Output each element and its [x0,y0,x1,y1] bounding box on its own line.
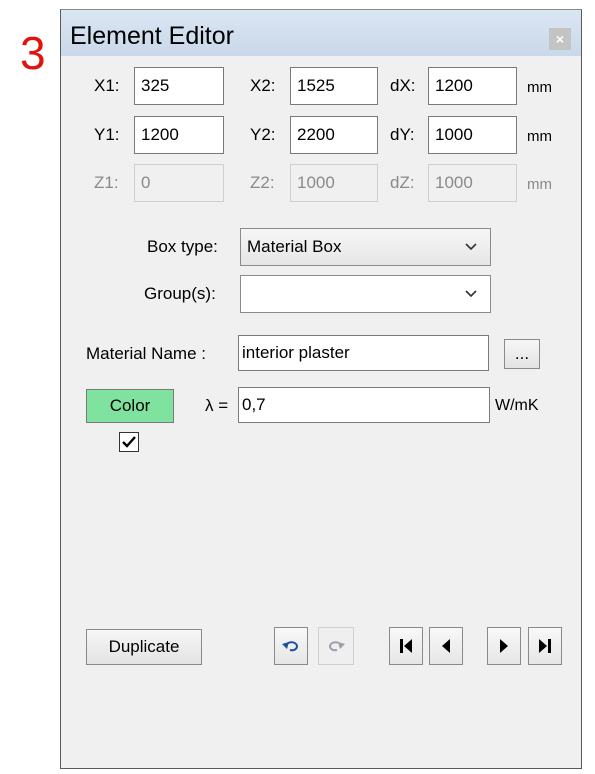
x-unit-label: mm [527,79,552,96]
dx-input[interactable]: 1200 [428,67,517,105]
z2-label: Z2: [250,173,275,192]
last-record-icon [539,639,551,653]
y1-input[interactable]: 1200 [134,116,224,154]
previous-record-button[interactable] [429,627,463,665]
material-name-input[interactable]: interior plaster [238,335,489,371]
title-bar: Element Editor × [61,10,581,56]
x1-label: X1: [94,76,120,95]
z-unit-label: mm [527,176,552,193]
lambda-unit: W/mK [495,397,539,414]
dy-label: dY: [390,125,415,144]
dy-input[interactable]: 1000 [428,116,517,154]
step-number: 3 [20,27,46,79]
material-name-label: Material Name : [86,344,206,363]
z2-input: 1000 [290,164,378,202]
first-record-icon [400,639,412,653]
browse-material-button[interactable]: ... [504,339,540,369]
box-type-label: Box type: [147,237,218,256]
groups-select[interactable] [240,275,491,313]
x1-input[interactable]: 325 [134,67,224,105]
dx-label: dX: [390,76,416,95]
x2-input[interactable]: 1525 [290,67,378,105]
y2-input[interactable]: 2200 [290,116,378,154]
dz-input: 1000 [428,164,517,202]
redo-button[interactable] [318,627,354,665]
undo-icon [282,641,299,652]
y-unit-label: mm [527,128,552,145]
checkbox[interactable] [119,432,139,452]
next-record-button[interactable] [487,627,521,665]
undo-button[interactable] [274,627,308,665]
x2-label: X2: [250,76,276,95]
y1-label: Y1: [94,125,120,144]
checkmark-icon [122,436,136,448]
lambda-label: λ = [205,396,229,415]
lambda-input[interactable]: 0,7 [238,387,490,423]
close-button[interactable]: × [549,28,571,50]
previous-record-icon [442,639,450,653]
chevron-down-icon [465,243,477,251]
last-record-button[interactable] [528,627,562,665]
y2-label: Y2: [250,125,276,144]
next-record-icon [500,639,508,653]
redo-icon [328,641,345,652]
duplicate-button[interactable]: Duplicate [86,629,202,665]
window-title: Element Editor [70,22,234,50]
dz-label: dZ: [390,173,415,192]
first-record-button[interactable] [389,627,423,665]
box-type-value: Material Box [247,237,342,256]
chevron-down-icon [465,290,477,298]
groups-label: Group(s): [144,284,216,303]
color-button[interactable]: Color [86,389,174,423]
z1-input: 0 [134,164,224,202]
z1-label: Z1: [94,173,119,192]
element-editor-window: Element Editor × X1: 325 X2: 1525 dX: 12… [60,9,582,769]
box-type-select[interactable]: Material Box [240,228,491,266]
